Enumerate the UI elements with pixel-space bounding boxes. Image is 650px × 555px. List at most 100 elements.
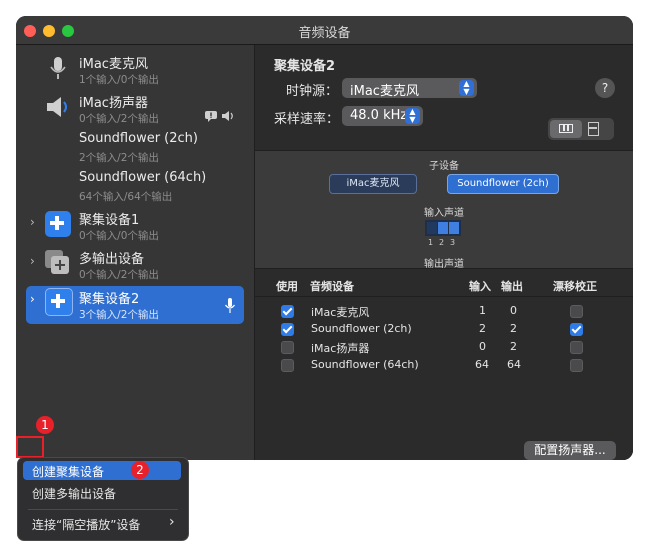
sample-rate-label: 采样速率： [274,112,340,127]
clock-source-popup[interactable]: iMac麦克风 ▲ ▼ [342,78,477,99]
multi-output-device-icon [45,250,71,276]
device-title: 聚集设备2 [274,59,336,74]
device-item-aggregate-2[interactable]: › 聚集设备2 3个输入/2个输出 [26,286,244,324]
subdevice-chip-imac-mic[interactable]: iMac麦克风 [329,174,417,194]
device-item-imac-mic[interactable]: iMac麦克风 1个输入/0个输出 [16,53,254,91]
menu-separator [28,509,178,510]
in-cell: 1 [479,304,486,317]
annotation-badge-1: 1 [36,416,54,434]
device-cell: Soundflower (64ch) [311,358,419,371]
device-cell: Soundflower (2ch) [311,322,412,335]
device-io: 64个输入/64个输出 [79,191,173,203]
subdevice-chip-soundflower[interactable]: Soundflower (2ch) [447,174,559,194]
menu-item-label: 创建聚集设备 [32,465,105,479]
table-header-divider [255,296,633,297]
sample-rate-popup[interactable]: 48.0 kHz ▲ ▼ [342,106,423,126]
device-item-multi-output[interactable]: › 多输出设备 0个输入/2个输出 [16,248,254,286]
configure-speakers-button[interactable]: 配置扬声器... [524,441,616,460]
output-channels-label: 输出声道 [424,259,464,270]
device-name: 聚集设备1 [79,213,140,228]
device-name: iMac扬声器 [79,96,148,111]
use-checkbox[interactable] [281,341,294,354]
help-button[interactable]: ? [595,78,615,98]
out-cell: 64 [507,358,521,371]
title-bar: 音频设备 [16,16,633,45]
in-cell: 64 [475,358,489,371]
device-item-aggregate-1[interactable]: › 聚集设备1 0个输入/0个输出 [16,209,254,247]
device-name: iMac麦克风 [79,57,148,72]
out-cell: 2 [510,322,517,335]
out-cell: 0 [510,304,517,317]
alert-icon [205,111,217,122]
device-cell: iMac麦克风 [311,306,370,319]
microphone-icon [50,57,66,79]
disclosure-chevron-icon[interactable]: › [30,215,35,229]
menu-item-label: 创建多输出设备 [32,487,117,501]
input-channels-label: 输入声道 [424,208,464,219]
device-sidebar: iMac麦克风 1个输入/0个输出 iMac扬声器 0个输入/2个输出 Soun… [16,45,255,460]
aggregate-device-icon [45,211,71,237]
column-header-in[interactable]: 输入 [469,278,491,294]
device-item-imac-speaker[interactable]: iMac扬声器 0个输入/2个输出 [16,92,254,130]
grid-view-icon [559,124,573,133]
in-cell: 2 [479,322,486,335]
channel-number: 1 [428,238,434,247]
device-item-soundflower-64ch[interactable]: Soundflower (64ch) 64个输入/64个输出 [16,170,254,208]
window-title: 音频设备 [298,26,351,41]
device-io: 3个输入/2个输出 [79,309,159,321]
column-header-drift[interactable]: 漂移校正 [553,278,597,294]
channel-number: 2 [439,238,445,247]
channel-strip [425,220,461,236]
device-io: 0个输入/0个输出 [79,230,159,242]
aggregate-device-icon [45,288,73,316]
stepper-chevron-icon: ▲ ▼ [405,108,420,124]
clock-source-value: iMac麦克风 [350,84,419,99]
column-header-out[interactable]: 输出 [501,278,523,294]
menu-item-label: 连接“隔空播放”设备 [32,518,141,532]
out-cell: 2 [510,340,517,353]
device-detail-panel: 聚集设备2 时钟源： iMac麦克风 ▲ ▼ ? 采样速率： 48.0 kHz ▲… [255,45,633,460]
drift-checkbox[interactable] [570,323,583,336]
device-name: Soundflower (64ch) [79,170,207,185]
device-io: 1个输入/0个输出 [79,74,159,86]
device-name: 多输出设备 [79,252,145,267]
device-cell: iMac扬声器 [311,342,370,355]
volume-icon [222,111,233,121]
column-header-device[interactable]: 音频设备 [310,278,354,294]
menu-item-create-multi-output[interactable]: 创建多输出设备 [23,483,181,502]
stepper-chevron-icon: ▲ ▼ [459,80,474,96]
device-item-soundflower-2ch[interactable]: Soundflower (2ch) 2个输入/2个输出 [16,131,254,169]
grid-view-button[interactable] [550,120,582,138]
column-header-use[interactable]: 使用 [276,278,298,294]
subdevice-title: 子设备 [429,161,459,172]
channel-diagram: 子设备 iMac麦克风 Soundflower (2ch) 输入声道 1 2 3… [255,150,633,270]
list-view-button[interactable] [588,122,599,136]
channel-number: 3 [450,238,456,247]
submenu-chevron-icon: › [169,514,175,530]
disclosure-chevron-icon[interactable]: › [30,292,35,306]
in-cell: 0 [479,340,486,353]
add-device-menu: 创建聚集设备 创建多输出设备 连接“隔空播放”设备 › [17,457,189,541]
device-name: Soundflower (2ch) [79,131,198,146]
use-checkbox[interactable] [281,323,294,336]
drift-checkbox[interactable] [570,341,583,354]
annotation-highlight-box [16,436,44,458]
audio-midi-window: 音频设备 iMac麦克风 1个输入/0个输出 iMac扬声器 0个输入/2个输出 [16,16,633,460]
use-checkbox[interactable] [281,359,294,372]
menu-item-create-aggregate[interactable]: 创建聚集设备 [23,461,181,480]
device-name: 聚集设备2 [79,292,140,307]
drift-checkbox[interactable] [570,359,583,372]
menu-item-connect-airplay[interactable]: 连接“隔空播放”设备 › [23,514,181,533]
drift-checkbox[interactable] [570,305,583,318]
speaker-icon [47,97,67,117]
microphone-icon [224,298,236,313]
device-io: 0个输入/2个输出 [79,113,159,125]
view-mode-segmented-control [548,118,614,140]
clock-source-label: 时钟源： [286,84,339,99]
use-checkbox[interactable] [281,305,294,318]
device-io: 0个输入/2个输出 [79,269,159,281]
annotation-badge-2: 2 [131,461,149,479]
disclosure-chevron-icon[interactable]: › [30,254,35,268]
device-io: 2个输入/2个输出 [79,152,159,164]
sample-rate-value: 48.0 kHz [350,108,408,123]
